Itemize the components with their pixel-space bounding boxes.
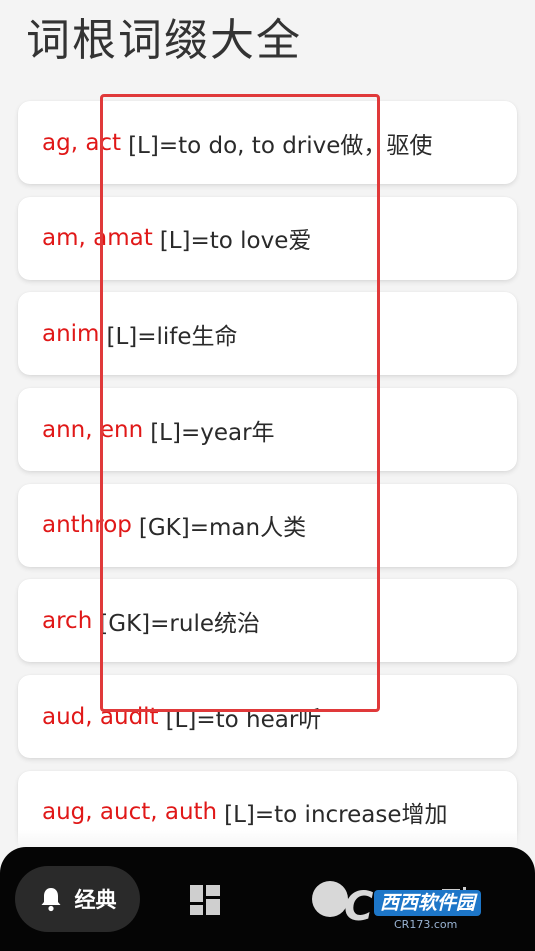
meaning-text: [L]=year年 (150, 419, 275, 446)
root-text: anim (42, 320, 100, 347)
root-list[interactable]: ag, act [L]=to do, to drive做，驱使 am, amat… (18, 101, 517, 867)
meaning-text: [GK]=rule统治 (99, 610, 260, 637)
meaning-text: [L]=to hear听 (165, 706, 322, 733)
meaning-text: [L]=to love爱 (159, 228, 312, 255)
list-item[interactable]: ann, enn [L]=year年 (18, 388, 517, 472)
root-text: aug, auct, auth (42, 799, 218, 826)
list-item[interactable]: ag, act [L]=to do, to drive做，驱使 (18, 101, 517, 184)
page-title: 词根词缀大全 (26, 15, 302, 66)
watermark-brand: 西西软件园 (374, 890, 482, 916)
watermark-site: CR173.com (394, 918, 458, 931)
list-item[interactable]: anthrop [GK]=man人类 (18, 483, 517, 567)
root-text: aud, audit (42, 703, 159, 730)
list-item[interactable]: aud, audit [L]=to hear听 (18, 675, 517, 759)
grid-icon[interactable] (190, 885, 220, 915)
meaning-text: [GK]=man人类 (138, 515, 307, 542)
root-text: ag, act (42, 129, 122, 156)
meaning-text: [L]=life生命 (106, 323, 238, 350)
root-text: arch (42, 607, 93, 634)
list-item[interactable]: am, amat [L]=to love爱 (18, 196, 517, 280)
root-text: am, amat (42, 225, 153, 252)
root-text: ann, enn (42, 416, 144, 443)
list-item[interactable]: arch [GK]=rule统治 (18, 579, 517, 663)
root-text: anthrop (42, 512, 132, 539)
meaning-text: [L]=to do, to drive做，驱使 (128, 132, 433, 159)
screen: 词根词缀大全 ag, act [L]=to do, to drive做，驱使 a… (0, 0, 535, 951)
list-item[interactable]: anim [L]=life生命 (18, 292, 517, 376)
nav-item-classic[interactable]: 经典 (15, 866, 140, 932)
meaning-text: [L]=to increase增加 (224, 802, 448, 829)
bell-icon (41, 888, 60, 912)
watermark-logo: C 西西软件园 CR173.com (338, 882, 528, 934)
watermark-c-mark: C (344, 884, 374, 930)
nav-item-label: 经典 (74, 888, 117, 912)
